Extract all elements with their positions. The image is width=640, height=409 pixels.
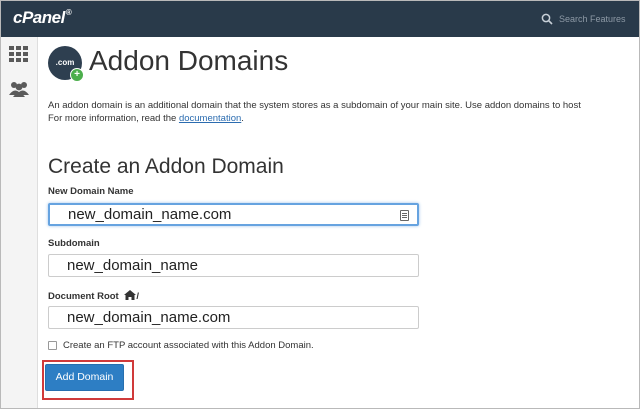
icon-label: .com [55, 58, 75, 67]
cpanel-logo[interactable]: cPanel® [13, 8, 72, 28]
intro-text: An addon domain is an additional domain … [48, 99, 639, 125]
ftp-account-checkbox[interactable] [48, 341, 57, 350]
search-input[interactable] [559, 14, 639, 24]
add-domain-button[interactable]: Add Domain [45, 364, 124, 391]
autofill-list-icon[interactable] [400, 210, 409, 221]
document-root-label-text: Document Root [48, 291, 119, 302]
home-icon [124, 290, 137, 300]
intro-line-1: An addon domain is an additional domain … [48, 100, 581, 111]
logo-text: cPanel [13, 8, 65, 27]
intro-line-2: For more information, read the documenta… [48, 112, 639, 125]
search-icon[interactable] [541, 13, 553, 25]
addon-domains-icon: .com + [48, 46, 84, 82]
ftp-checkbox-label: Create an FTP account associated with th… [63, 340, 314, 351]
new-domain-field [48, 203, 419, 226]
apps-grid-icon[interactable] [7, 43, 31, 67]
subdomain-field [48, 254, 419, 277]
subdomain-input[interactable] [49, 255, 418, 276]
new-domain-label: New Domain Name [48, 186, 134, 197]
document-root-suffix: / [136, 291, 139, 302]
registered-mark: ® [65, 8, 72, 17]
intro-prefix: For more information, read the [48, 113, 179, 124]
documentation-link[interactable]: documentation [179, 113, 241, 124]
form-title: Create an Addon Domain [48, 155, 284, 178]
document-root-label: Document Root / [48, 290, 139, 302]
document-root-input[interactable] [49, 307, 418, 328]
left-rail [1, 37, 38, 408]
feature-search [533, 1, 639, 37]
subdomain-label: Subdomain [48, 238, 100, 249]
users-icon[interactable] [7, 77, 31, 101]
main-content: .com + Addon Domains An addon domain is … [38, 37, 639, 408]
ftp-option-row: Create an FTP account associated with th… [48, 340, 314, 351]
cpanel-window: cPanel® .com + [0, 0, 640, 409]
plus-badge-icon: + [70, 68, 84, 82]
top-bar: cPanel® [1, 1, 639, 37]
new-domain-input[interactable] [50, 205, 417, 224]
document-root-field [48, 306, 419, 329]
page-title: Addon Domains [89, 45, 289, 76]
intro-suffix: . [241, 113, 244, 124]
